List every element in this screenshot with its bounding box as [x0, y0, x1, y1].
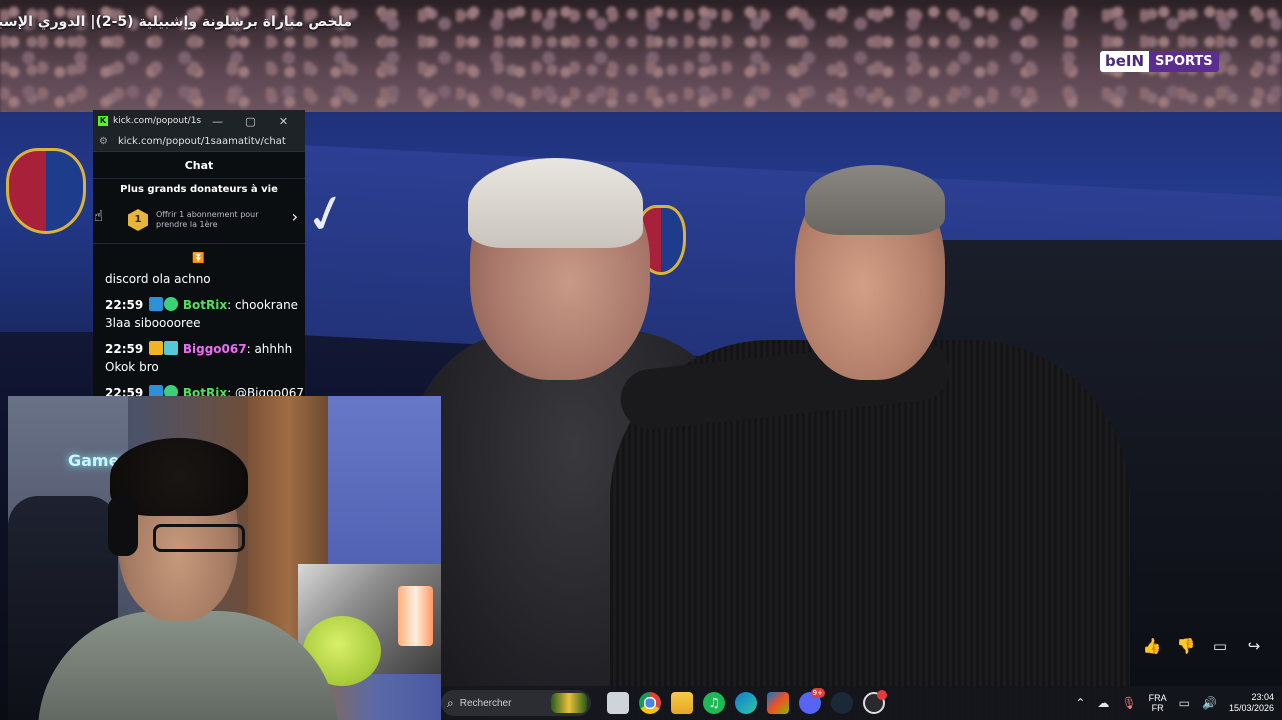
- chat-message: 22:59 BotRix: @Biggo067: [105, 384, 305, 396]
- headset-icon: [108, 496, 138, 556]
- message-username[interactable]: BotRix: [183, 298, 227, 312]
- message-username[interactable]: BotRix: [183, 386, 227, 396]
- chat-messages: discord ola achno 22:59 BotRix: chookran…: [105, 270, 305, 396]
- chat-message: 22:59 BotRix: chookrane 3laa sibooooree: [105, 296, 305, 332]
- taskbar-search[interactable]: ⌕ Rechercher: [441, 690, 591, 716]
- popout-url[interactable]: kick.com/popout/1saamatitv/chat: [118, 136, 286, 147]
- taskbar-apps: ♫ 9+: [607, 688, 887, 714]
- language-indicator[interactable]: FRA FR: [1149, 693, 1167, 713]
- top-donor-cta[interactable]: Offrir 1 abonnement pour prendre la 1ère: [156, 210, 276, 230]
- message-text: discord ola achno: [105, 272, 211, 286]
- webcam-overlay: Gamer: [8, 396, 441, 720]
- clock-time: 23:04: [1251, 692, 1274, 702]
- site-settings-icon[interactable]: ⚙: [99, 136, 108, 147]
- bein-sports-logo: beIN SPORTS: [1100, 51, 1219, 72]
- bot-badge-icon: [149, 385, 164, 396]
- chat-popout-window: K kick.com/popout/1saa... — ▢ ✕ ⚙ kick.c…: [93, 110, 305, 396]
- file-explorer-icon[interactable]: [671, 692, 693, 714]
- search-icon: ⌕: [447, 695, 454, 710]
- language-bottom: FR: [1151, 703, 1164, 713]
- clock[interactable]: 23:04 15/03/2026: [1229, 692, 1274, 714]
- fcb-crest-icon: [6, 148, 86, 234]
- message-time: 22:59: [105, 386, 144, 396]
- bein-logo-left: beIN: [1100, 51, 1150, 72]
- spotify-icon[interactable]: ♫: [703, 692, 725, 714]
- search-highlight-image: [551, 693, 587, 713]
- obs-icon[interactable]: [863, 690, 887, 714]
- top-donors-title: Plus grands donateurs à vie: [120, 184, 278, 195]
- network-icon[interactable]: ▭: [1179, 696, 1190, 710]
- rank-badge: 1: [128, 209, 148, 231]
- kick-logo-icon: K: [98, 116, 108, 126]
- obs-recording-dot: [877, 690, 887, 700]
- coach-right-hair: [805, 165, 945, 235]
- bot-badge-icon: [149, 297, 164, 311]
- thumbs-up-icon[interactable]: 👍: [1142, 636, 1162, 656]
- top-donors-panel: Plus grands donateurs à vie ☝ 1 Offrir 1…: [93, 179, 305, 244]
- verified-badge-icon: [164, 297, 179, 311]
- desk-lamp: [398, 586, 433, 646]
- coach-left-hair: [468, 158, 643, 248]
- discord-icon[interactable]: 9+: [799, 688, 825, 714]
- message-username[interactable]: Biggo067: [183, 342, 247, 356]
- microsoft-store-icon[interactable]: [767, 692, 789, 714]
- system-tray: ⌃ ☁ 🎙 FRA FR ▭ 🔊 23:04 15/03/2026: [1069, 686, 1282, 720]
- message-text: : @Biggo067: [227, 386, 304, 396]
- minimize-button[interactable]: —: [201, 115, 234, 128]
- cloud-icon[interactable]: ☁: [1097, 696, 1109, 710]
- popout-address-bar: ⚙ kick.com/popout/1saamatitv/chat: [93, 132, 305, 152]
- chevron-up-icon[interactable]: ⌃: [1075, 696, 1085, 710]
- steam-icon[interactable]: [831, 692, 853, 714]
- volume-icon[interactable]: 🔊: [1202, 696, 1217, 710]
- windows-taskbar: ⌕ Rechercher ♫ 9+ ⌃ ☁ 🎙 FRA FR ▭ 🔊 23:04…: [441, 686, 1282, 720]
- video-action-bar: 👍 👎 ▭ ↪: [1142, 636, 1264, 656]
- comment-icon[interactable]: ▭: [1210, 636, 1230, 656]
- crown-badge-icon: [149, 341, 164, 355]
- popout-titlebar: K kick.com/popout/1saa... — ▢ ✕: [93, 110, 305, 132]
- thumbs-down-icon[interactable]: 👎: [1176, 636, 1196, 656]
- chat-header: Chat: [93, 152, 305, 179]
- task-view-icon[interactable]: [607, 692, 629, 714]
- close-button[interactable]: ✕: [267, 115, 300, 128]
- verified-badge-icon: [164, 385, 179, 396]
- scroll-down-icon[interactable]: ⏬: [192, 253, 204, 264]
- search-placeholder: Rechercher: [459, 697, 512, 709]
- maximize-button[interactable]: ▢: [234, 115, 267, 128]
- chrome-icon[interactable]: [639, 692, 661, 714]
- popout-window-title: kick.com/popout/1saa...: [113, 116, 201, 126]
- share-icon[interactable]: ↪: [1244, 636, 1264, 656]
- message-time: 22:59: [105, 298, 144, 312]
- microphone-icon[interactable]: 🎙: [1121, 696, 1136, 710]
- language-top: FRA: [1148, 693, 1167, 703]
- hand-cursor-icon: ☝: [94, 207, 104, 225]
- bein-logo-right: SPORTS: [1149, 51, 1219, 72]
- glasses: [153, 524, 245, 552]
- edge-icon[interactable]: [735, 692, 757, 714]
- chevron-right-icon[interactable]: ›: [292, 207, 298, 226]
- clock-date: 15/03/2026: [1228, 703, 1274, 713]
- chat-message: 22:59 Biggo067: ahhhh Okok bro: [105, 340, 305, 376]
- chat-message: discord ola achno: [105, 270, 305, 288]
- message-time: 22:59: [105, 342, 144, 356]
- subscriber-badge-icon: [164, 341, 179, 355]
- discord-notification-badge: 9+: [810, 688, 825, 698]
- broadcast-title: ملخص مباراة برشلونة وإشبيلية (5-2)| الدو…: [0, 14, 352, 30]
